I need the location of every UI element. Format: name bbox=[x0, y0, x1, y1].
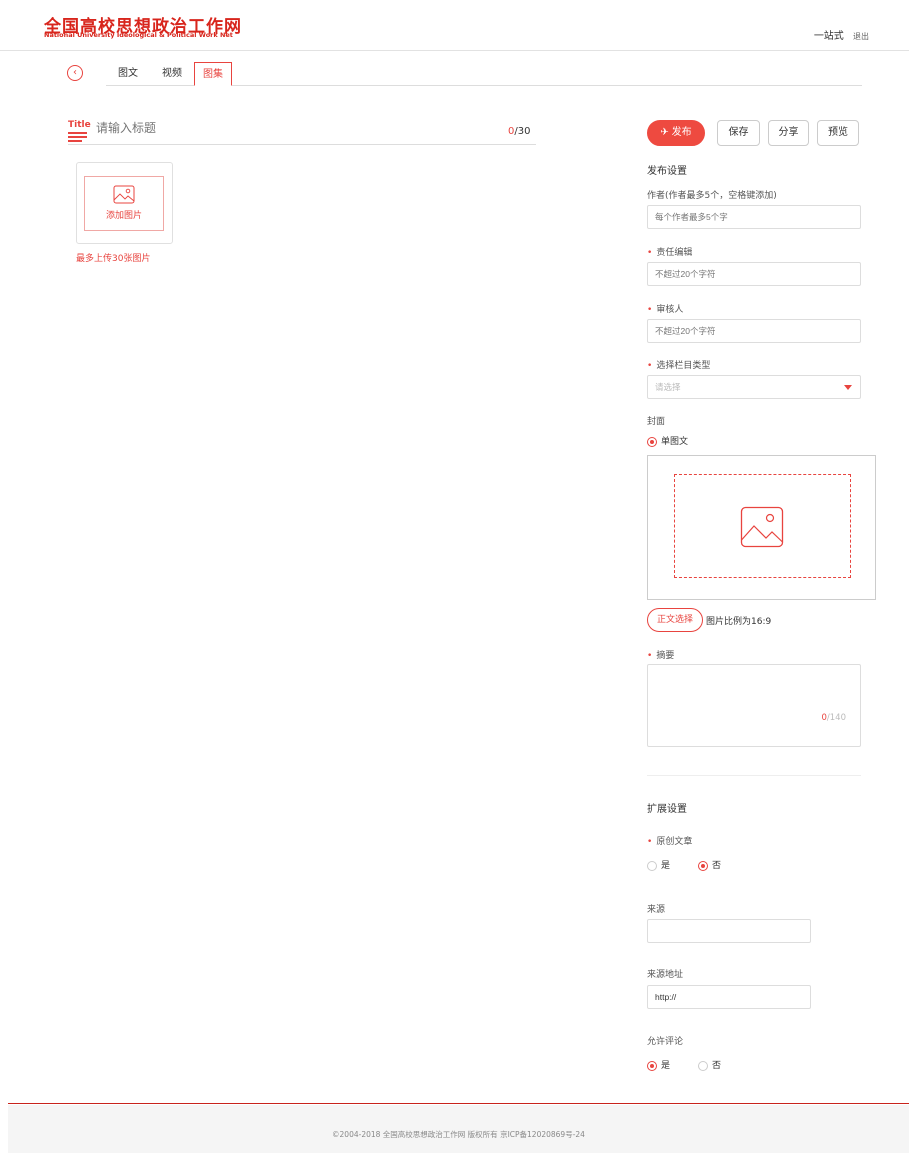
send-icon: ✈ bbox=[660, 127, 672, 138]
logo-subtitle: National University Ideological & Politi… bbox=[44, 31, 233, 39]
header-divider bbox=[0, 50, 909, 51]
source-url-label: 来源地址 bbox=[647, 970, 684, 980]
add-image-button[interactable]: 添加图片 bbox=[84, 176, 164, 231]
tab-article[interactable]: 图文 bbox=[110, 62, 146, 86]
share-button[interactable]: 分享 bbox=[768, 120, 809, 146]
save-button[interactable]: 保存 bbox=[717, 120, 760, 146]
editor-input[interactable] bbox=[647, 262, 861, 286]
publish-settings-title: 发布设置 bbox=[647, 166, 687, 177]
tab-video[interactable]: 视频 bbox=[154, 62, 190, 86]
source-label: 来源 bbox=[647, 905, 666, 915]
radio-selected-icon[interactable] bbox=[698, 860, 708, 871]
editor-label: 责任编辑 bbox=[647, 245, 692, 258]
cover-ratio-hint: 图片比例为16:9 bbox=[706, 617, 772, 627]
original-yes-option[interactable]: 是 bbox=[647, 858, 670, 871]
summary-char-count: 0/140 bbox=[821, 713, 846, 723]
column-type-placeholder: 请选择 bbox=[655, 382, 681, 392]
comments-label: 允许评论 bbox=[647, 1037, 684, 1047]
column-type-label: 选择栏目类型 bbox=[647, 358, 710, 371]
extended-settings-title: 扩展设置 bbox=[647, 804, 687, 815]
radio-selected-icon[interactable] bbox=[647, 436, 657, 447]
reviewer-input[interactable] bbox=[647, 319, 861, 343]
logout-link[interactable]: 退出 bbox=[853, 32, 869, 41]
publish-button[interactable]: ✈ 发布 bbox=[647, 120, 705, 146]
original-label: 原创文章 bbox=[647, 834, 692, 847]
comments-yes-option[interactable]: 是 bbox=[647, 1058, 670, 1071]
title-icon-text: Title bbox=[68, 120, 91, 130]
image-icon bbox=[740, 506, 784, 548]
author-label: 作者(作者最多5个，空格键添加) bbox=[647, 191, 777, 201]
summary-textarea[interactable]: 0/140 bbox=[647, 664, 861, 747]
title-icon: Title bbox=[68, 120, 91, 142]
radio-unselected-icon[interactable] bbox=[698, 1060, 708, 1071]
cover-label: 封面 bbox=[647, 417, 666, 427]
footer: ©2004-2018 全国高校思想政治工作网 版权所有 京ICP备1202086… bbox=[8, 1105, 909, 1153]
summary-label: 摘要 bbox=[647, 648, 674, 661]
column-type-select[interactable]: 请选择 bbox=[647, 375, 861, 399]
reviewer-label: 审核人 bbox=[647, 302, 683, 315]
body-select-button[interactable]: 正文选择 bbox=[647, 608, 703, 632]
image-icon bbox=[113, 185, 135, 204]
copyright-text: ©2004-2018 全国高校思想政治工作网 版权所有 京ICP备1202086… bbox=[332, 1130, 585, 1139]
tab-gallery[interactable]: 图集 bbox=[194, 62, 232, 86]
chevron-down-icon bbox=[844, 385, 852, 390]
upload-limit-tip: 最多上传30张图片 bbox=[76, 254, 151, 264]
radio-selected-icon[interactable] bbox=[647, 1060, 657, 1071]
source-url-input[interactable] bbox=[647, 985, 811, 1009]
source-input[interactable] bbox=[647, 919, 811, 943]
content-type-tabs: 图文 视频 图集 bbox=[106, 62, 862, 86]
radio-unselected-icon[interactable] bbox=[647, 860, 657, 871]
user-link[interactable]: 一站式 bbox=[814, 31, 844, 42]
footer-divider bbox=[8, 1103, 909, 1104]
section-divider bbox=[647, 775, 861, 776]
title-underline bbox=[68, 144, 536, 145]
title-input[interactable] bbox=[96, 121, 436, 135]
header-user-area: 一站式 退出 bbox=[814, 27, 869, 42]
comments-no-option[interactable]: 否 bbox=[698, 1058, 721, 1071]
preview-button[interactable]: 预览 bbox=[817, 120, 859, 146]
title-char-count: 0/30 bbox=[508, 126, 531, 137]
original-no-option[interactable]: 否 bbox=[698, 858, 721, 871]
author-input[interactable] bbox=[647, 205, 861, 229]
cover-upload-area[interactable] bbox=[674, 474, 851, 578]
add-image-label: 添加图片 bbox=[105, 211, 142, 221]
cover-single-option[interactable]: 单图文 bbox=[647, 434, 688, 447]
back-icon[interactable]: ‹ bbox=[67, 65, 83, 81]
